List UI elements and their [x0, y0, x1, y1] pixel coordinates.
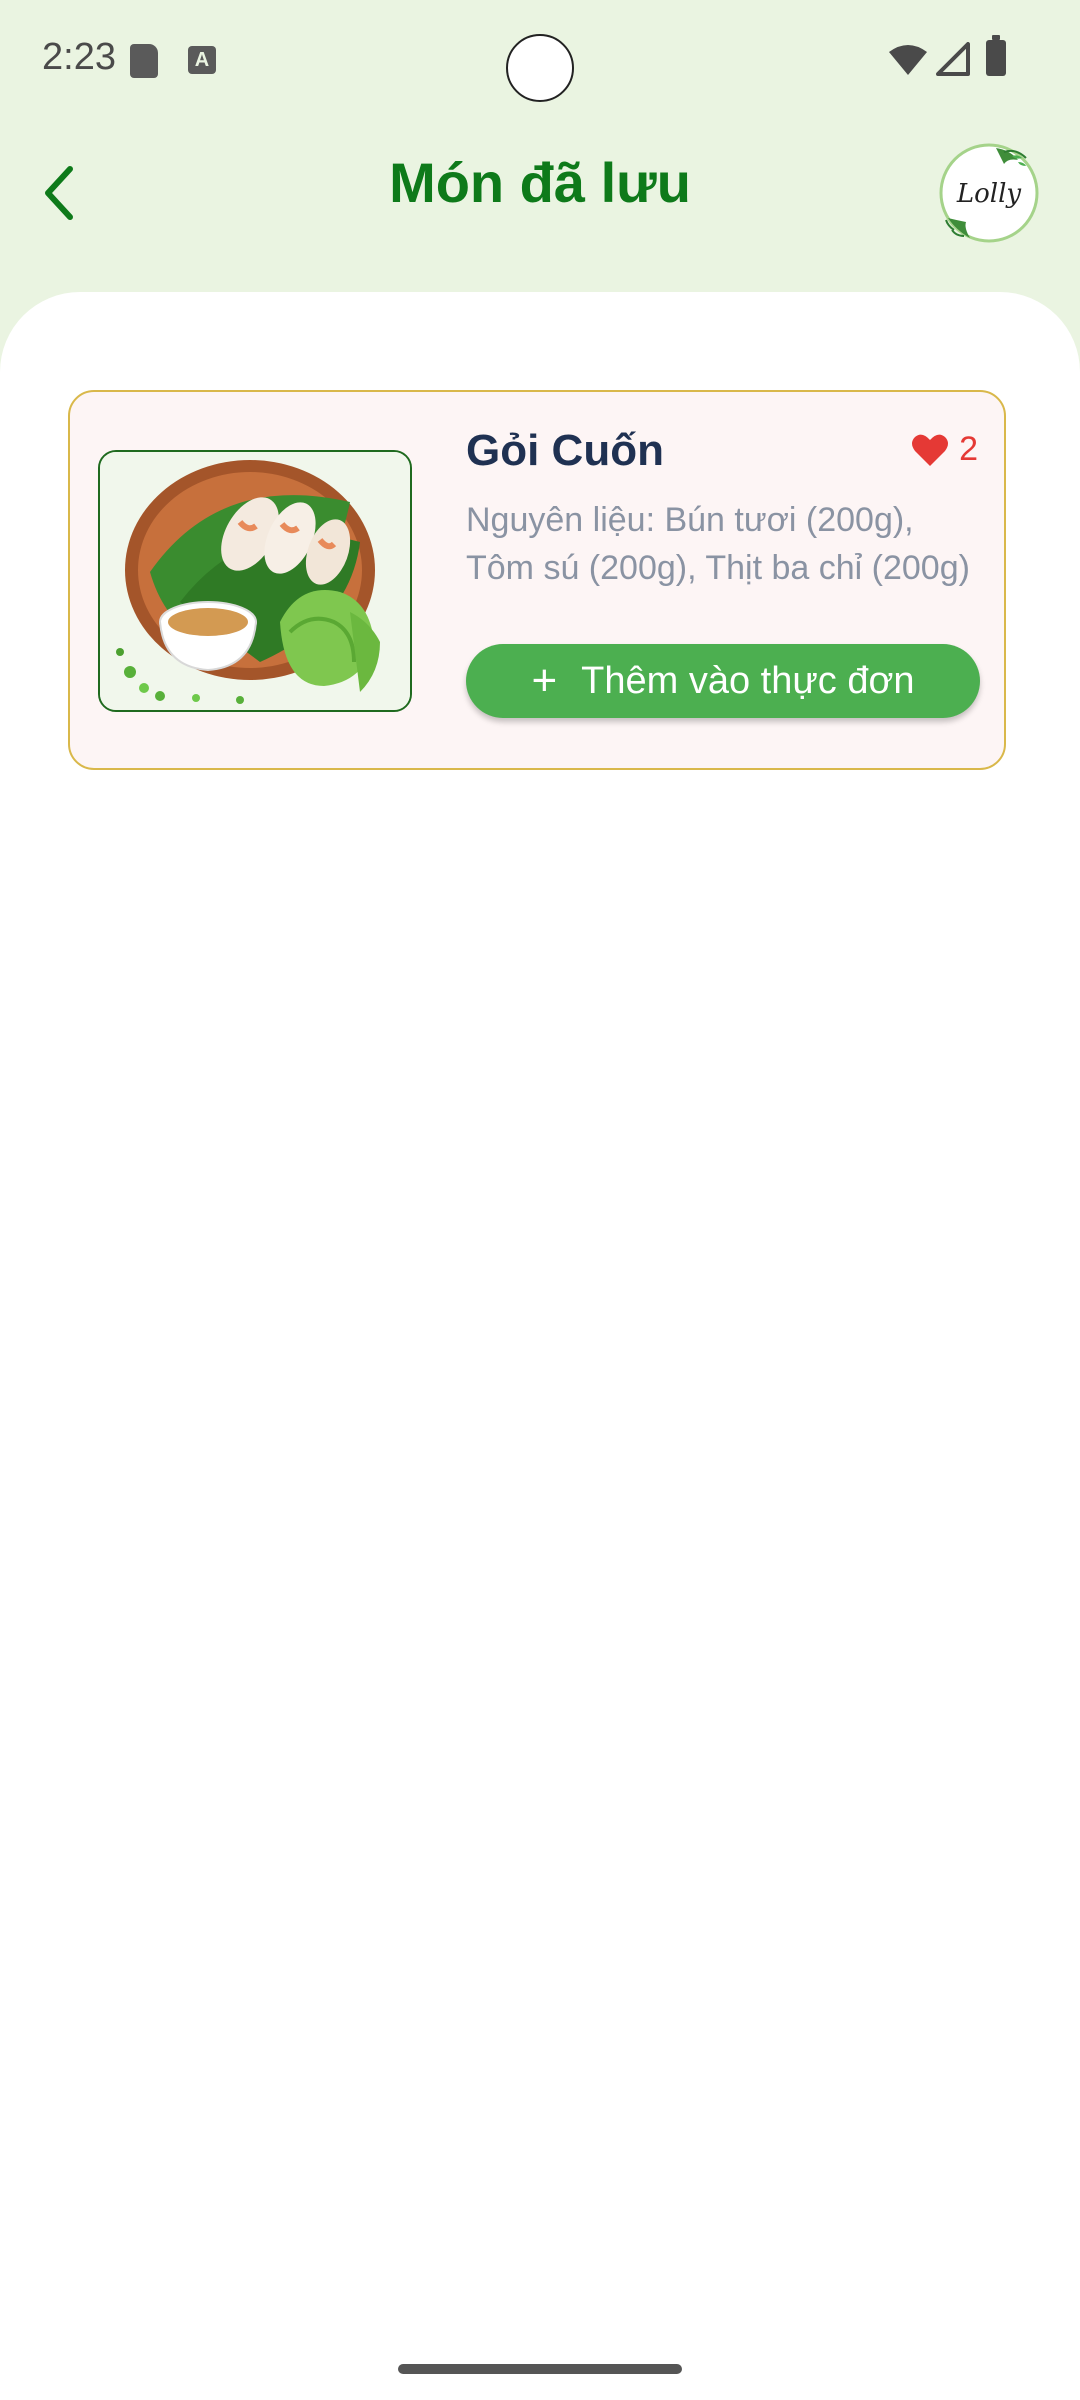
lolly-logo: Lolly [939, 143, 1039, 243]
plus-icon: + [531, 656, 558, 705]
add-to-menu-button[interactable]: + Thêm vào thực đơn [466, 644, 980, 718]
add-to-menu-label: Thêm vào thực đơn [581, 659, 915, 702]
wifi-icon [889, 45, 927, 75]
status-time: 2:23 [42, 36, 116, 78]
page-title: Món đã lưu [389, 151, 691, 214]
status-bar: 2:23 A [0, 0, 1080, 120]
heart-icon [912, 434, 949, 466]
saved-dishes-screen: 2:23 A Món đã lưu Lolly Gỏi Cuốn 2 Nguyê… [0, 0, 1080, 2400]
favorite-count: 2 [959, 430, 978, 468]
dish-image [98, 450, 412, 712]
dish-ingredients: Nguyên liệu: Bún tươi (200g), Tôm sú (20… [466, 501, 970, 587]
signal-icon [936, 42, 970, 76]
camera-cutout [506, 34, 574, 102]
sd-card-icon [130, 44, 158, 78]
gesture-navigation-handle[interactable] [398, 2364, 682, 2374]
battery-icon [986, 35, 1006, 76]
favorite-toggle[interactable]: 2 [911, 430, 978, 469]
saved-dish-card[interactable]: Gỏi Cuốn 2 Nguyên liệu: Bún tươi (200g),… [68, 390, 1006, 770]
goi-cuon-photo [100, 452, 410, 710]
app-bar: Món đã lưu Lolly [0, 120, 1080, 290]
svg-text:Lolly: Lolly [956, 179, 1022, 209]
text-notification-icon: A [188, 46, 216, 74]
dish-name: Gỏi Cuốn [466, 426, 664, 475]
